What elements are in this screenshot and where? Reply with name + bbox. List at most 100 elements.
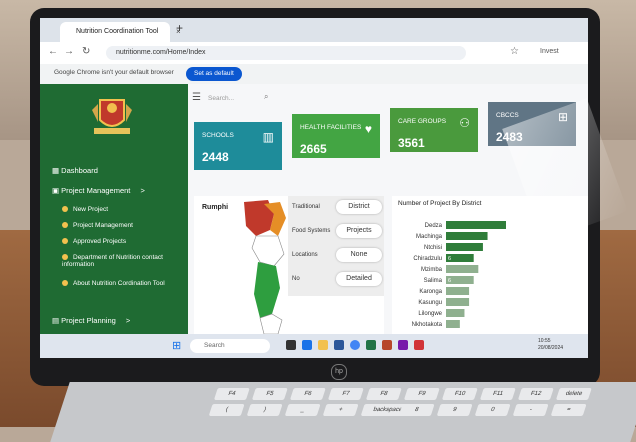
keyboard-key[interactable]: - xyxy=(512,404,549,416)
heart-icon: ♥ xyxy=(364,122,372,136)
chart-title: Number of Project By District xyxy=(398,200,482,207)
word-icon[interactable] xyxy=(334,340,344,350)
card-health-facilities[interactable]: HEALTH FACILITIES 2665 ♥ xyxy=(292,114,380,158)
bar[interactable] xyxy=(446,265,479,273)
sidebar-item-project-planning[interactable]: ▤ Project Planning > xyxy=(52,316,130,325)
default-browser-infobar: Google Chrome isn't your default browser… xyxy=(40,64,588,84)
keyboard-key[interactable]: F10 xyxy=(441,388,478,400)
keyboard-key[interactable]: F4 xyxy=(213,388,250,400)
menu-icon[interactable]: ☰ xyxy=(192,92,201,103)
taskbar-search-input[interactable]: Search xyxy=(190,339,270,353)
sidebar-sub-project-management[interactable]: Project Management xyxy=(62,222,133,229)
sidebar-sub-contact-info[interactable]: Department of Nutrition contact informat… xyxy=(62,254,172,268)
card-care-groups[interactable]: CARE GROUPS 3561 ⚇ xyxy=(390,108,478,152)
sidebar-sub-new-project[interactable]: New Project xyxy=(62,206,108,213)
profile-label[interactable]: Invest xyxy=(540,48,559,55)
keyboard-key[interactable]: ( xyxy=(208,404,245,416)
onenote-icon[interactable] xyxy=(398,340,408,350)
sidebar-item-project-management[interactable]: ▣ Project Management > xyxy=(52,186,145,195)
search-icon[interactable]: ⌕ xyxy=(264,92,268,102)
sidebar-item-dashboard[interactable]: ▦ Dashboard xyxy=(52,166,98,175)
sidebar-sub-approved-projects[interactable]: Approved Projects xyxy=(62,238,126,245)
school-icon: ▥ xyxy=(262,130,274,144)
sidebar-sub-label: About Nutrition Cordination Tool xyxy=(73,280,165,287)
keyboard-key[interactable]: _ xyxy=(284,404,321,416)
keyboard-key[interactable]: F12 xyxy=(517,388,554,400)
bullet-icon xyxy=(62,238,68,245)
sidebar-sub-label: Project Management xyxy=(73,222,133,229)
bar[interactable] xyxy=(446,221,506,229)
popup-row-label: Traditional xyxy=(292,204,320,210)
powerpoint-icon[interactable] xyxy=(382,340,392,350)
projects-pill-button[interactable]: Projects xyxy=(336,224,382,238)
laptop-screen: Nutrition Coordination Tool × + ← → ↻ nu… xyxy=(40,18,588,358)
sidebar-sub-label: Approved Projects xyxy=(73,238,127,245)
keyboard-key[interactable]: delete xyxy=(555,388,592,400)
excel-icon[interactable] xyxy=(366,340,376,350)
bar[interactable] xyxy=(446,287,470,295)
none-pill-button[interactable]: None xyxy=(336,248,382,262)
star-icon[interactable]: ☆ xyxy=(510,46,519,57)
taskbar-clock[interactable]: 10:55 20/08/2024 xyxy=(538,338,563,352)
detailed-pill-button[interactable]: Detailed xyxy=(336,272,382,286)
keyboard-key[interactable]: + xyxy=(322,404,359,416)
bar-category-label: Ntchisi xyxy=(424,245,442,251)
card-title: CARE GROUPS xyxy=(398,118,447,125)
keyboard-key[interactable]: F8 xyxy=(365,388,402,400)
keyboard-key[interactable]: F9 xyxy=(403,388,440,400)
card-title: SCHOOLS xyxy=(202,132,234,139)
bar-data-label: 6 xyxy=(448,256,451,262)
new-tab-button[interactable]: + xyxy=(176,21,183,35)
address-bar[interactable]: nutritionme.com/Home/Index xyxy=(106,46,466,60)
forward-icon[interactable]: → xyxy=(64,46,74,57)
keyboard-key[interactable]: F7 xyxy=(327,388,364,400)
reload-icon[interactable]: ↻ xyxy=(82,46,90,57)
bar-category-label: Mzimba xyxy=(421,267,443,273)
keyboard-key[interactable]: F11 xyxy=(479,388,516,400)
file-explorer-icon[interactable] xyxy=(318,340,328,350)
set-default-button[interactable]: Set as default xyxy=(186,67,242,81)
keyboard-key[interactable]: 0 xyxy=(474,404,511,416)
task-view-icon[interactable] xyxy=(286,340,296,350)
bar-category-label: Chiradzulu xyxy=(413,256,442,262)
keyboard-key[interactable]: F5 xyxy=(251,388,288,400)
bar[interactable] xyxy=(446,309,465,317)
district-pill-button[interactable]: District xyxy=(336,200,382,214)
keyboard-key[interactable]: F6 xyxy=(289,388,326,400)
sidebar-item-label: Dashboard xyxy=(61,166,98,175)
keyboard-key[interactable]: = xyxy=(550,404,587,416)
edge-icon[interactable] xyxy=(302,340,312,350)
chevron-right-icon: > xyxy=(140,186,145,195)
keyboard-key[interactable]: 9 xyxy=(436,404,473,416)
bar-category-label: Nkhotakota xyxy=(412,322,443,328)
bar-category-label: Salima xyxy=(424,278,443,284)
map-district-label: Rumphi xyxy=(202,204,229,211)
sidebar-sub-about[interactable]: About Nutrition Cordination Tool xyxy=(62,280,172,287)
sidebar-item-label: Project Planning xyxy=(61,316,116,325)
project-icon: ▣ xyxy=(52,186,62,195)
search-input[interactable]: Search... xyxy=(208,95,234,102)
bullet-icon xyxy=(62,222,68,229)
bar[interactable] xyxy=(446,243,483,251)
bar[interactable] xyxy=(446,320,460,328)
popup-row-label: Locations xyxy=(292,252,318,258)
keyboard-key[interactable]: ) xyxy=(246,404,283,416)
clock-time: 10:55 xyxy=(538,338,551,344)
dashboard-icon: ▦ xyxy=(52,166,62,175)
bar[interactable] xyxy=(446,298,470,306)
sidebar: ▦ Dashboard ▣ Project Management > New P… xyxy=(40,84,188,334)
card-schools[interactable]: SCHOOLS 2448 ▥ xyxy=(194,122,282,170)
bar-category-label: Karonga xyxy=(419,289,442,295)
sidebar-sub-label: New Project xyxy=(73,206,109,213)
card-value: 2665 xyxy=(300,142,327,156)
browser-tab[interactable]: Nutrition Coordination Tool × xyxy=(60,22,181,42)
back-icon[interactable]: ← xyxy=(48,46,58,57)
app-icon[interactable] xyxy=(414,340,424,350)
laptop-keyboard: F4 F5 F6 F7 F8 F9 F10 F11 F12 delete() _ + backspace… xyxy=(50,382,636,442)
windows-taskbar: ⊞ Search 10:55 20/08/2024 xyxy=(40,334,588,358)
popup-row-label: No xyxy=(292,276,300,282)
keyboard-key[interactable]: 8 xyxy=(398,404,435,416)
windows-start-icon[interactable]: ⊞ xyxy=(172,339,181,352)
chrome-icon[interactable] xyxy=(350,340,360,350)
bar[interactable] xyxy=(446,232,488,240)
